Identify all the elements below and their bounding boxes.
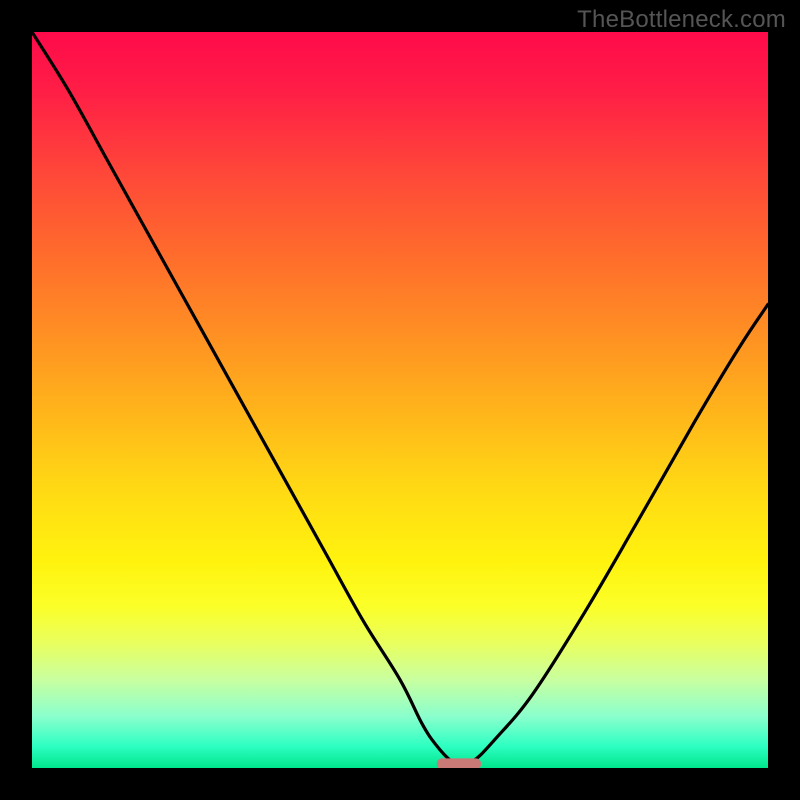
optimum-marker	[437, 758, 481, 768]
bottleneck-curve	[32, 32, 768, 768]
plot-area	[32, 32, 768, 768]
watermark-text: TheBottleneck.com	[577, 6, 786, 34]
curve-path	[32, 32, 768, 764]
chart-frame: TheBottleneck.com	[0, 0, 800, 800]
